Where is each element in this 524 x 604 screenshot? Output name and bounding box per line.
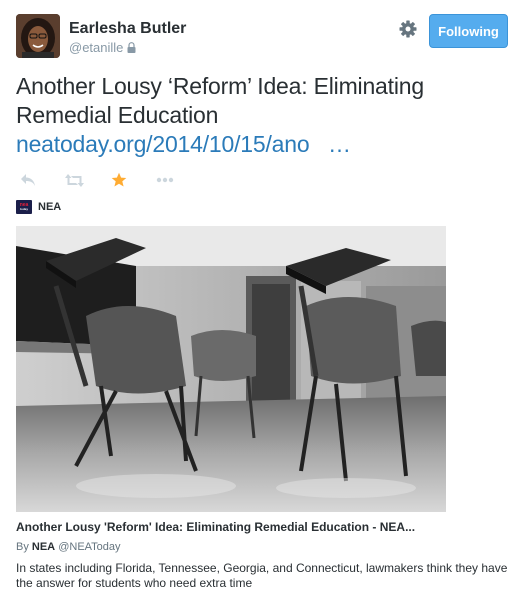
classroom-chairs-image <box>16 226 446 512</box>
star-icon <box>111 172 127 187</box>
following-button[interactable]: Following <box>429 14 508 48</box>
logo-text-bottom: today <box>19 207 28 211</box>
gear-icon <box>399 20 417 38</box>
retweet-button[interactable] <box>64 170 84 190</box>
source-name: NEA <box>38 201 62 213</box>
retweet-icon <box>64 173 84 187</box>
avatar-image <box>16 14 60 58</box>
avatar[interactable] <box>16 14 60 58</box>
byline-handle[interactable]: @NEAToday <box>58 541 120 553</box>
reply-icon <box>21 174 35 186</box>
link-ellipsis: … <box>328 131 351 157</box>
tweet-body: Another Lousy ‘Reform’ Idea: Eliminating… <box>16 73 424 128</box>
card-description: In states including Florida, Tennessee, … <box>16 561 508 590</box>
tweet-text: Another Lousy ‘Reform’ Idea: Eliminating… <box>16 72 486 159</box>
author-name[interactable]: Earlesha Butler <box>69 20 186 38</box>
byline-prefix: By <box>16 541 29 553</box>
settings-gear-button[interactable] <box>398 19 418 39</box>
more-button[interactable] <box>155 170 175 190</box>
card-byline: By NEA @NEAToday <box>16 541 121 553</box>
nea-logo: nea today <box>16 200 32 214</box>
tweet-actions <box>18 170 188 190</box>
reply-button[interactable] <box>18 170 38 190</box>
favorite-button[interactable] <box>109 170 129 190</box>
card-image[interactable] <box>16 226 446 512</box>
author-handle[interactable]: @etanille <box>69 40 123 55</box>
tweet-header: Earlesha Butler @etanille Following <box>16 14 508 58</box>
author-handle-row: @etanille <box>69 40 136 55</box>
byline-name[interactable]: NEA <box>32 541 55 553</box>
card-source[interactable]: nea today NEA <box>16 199 61 215</box>
tweet-link[interactable]: neatoday.org/2014/10/15/ano <box>16 131 310 157</box>
more-icon <box>156 177 174 183</box>
tweet-link-ellipsis[interactable]: … <box>309 131 351 157</box>
lock-icon <box>127 42 136 53</box>
card-title[interactable]: Another Lousy 'Reform' Idea: Eliminating… <box>16 520 496 534</box>
